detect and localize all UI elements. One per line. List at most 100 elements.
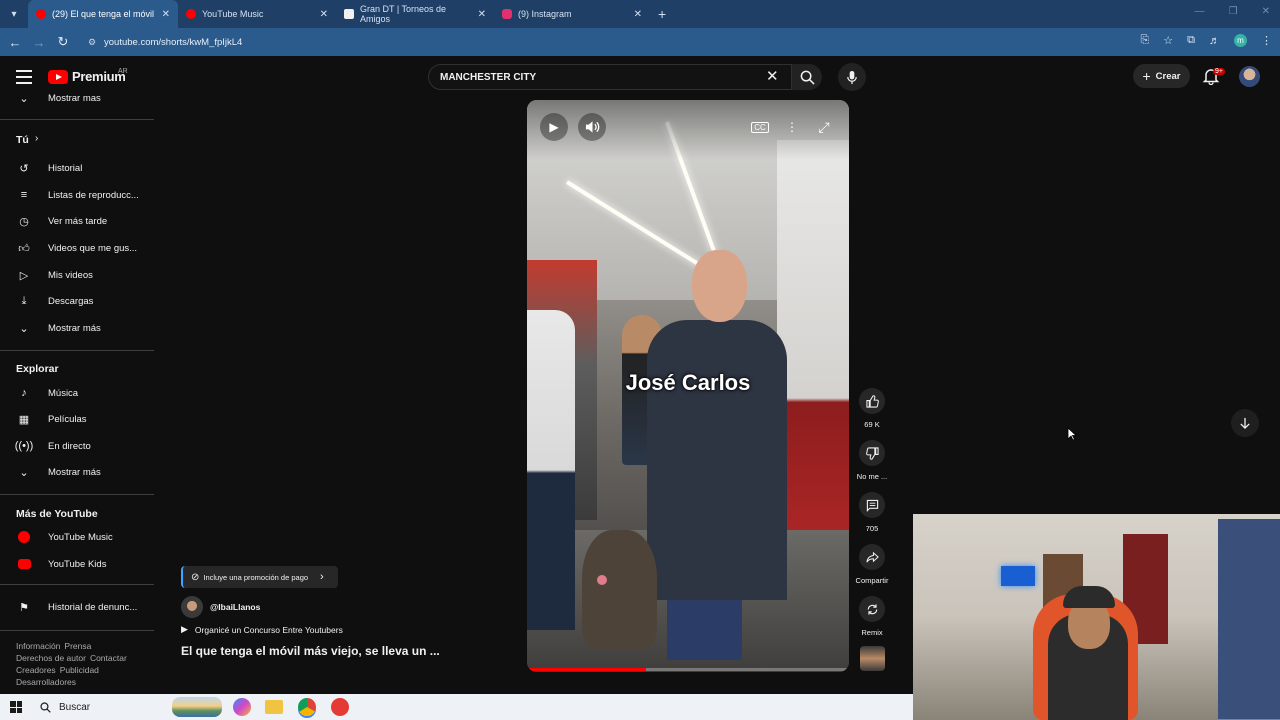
short-title[interactable]: El que tenga el móvil más viejo, se llev… xyxy=(181,644,440,658)
file-explorer-icon[interactable] xyxy=(265,700,283,714)
chrome-app-icon[interactable] xyxy=(298,698,316,716)
browser-tab-instagram[interactable]: (9) Instagram ✕ xyxy=(494,0,650,28)
reload-icon[interactable]: ↻ xyxy=(51,34,75,50)
short-video-player[interactable]: José Carlos ▶ CC ⋮ ⤢ xyxy=(527,100,849,672)
chevron-down-icon: ⌄ xyxy=(19,322,29,335)
search-button[interactable] xyxy=(792,64,822,90)
sidebar-item-report-history[interactable]: ⚑ Historial de denunc... xyxy=(0,595,154,619)
channel-avatar[interactable] xyxy=(181,596,203,618)
sidebar-item-youtube-music[interactable]: YouTube Music xyxy=(0,525,154,549)
tab-close-icon[interactable]: ✕ xyxy=(162,9,170,20)
webcam-flag xyxy=(1218,519,1280,719)
video-progress-bar[interactable] xyxy=(527,668,849,671)
browser-menu-icon[interactable]: ⋮ xyxy=(1261,34,1272,47)
sidebar-item-label: YouTube Kids xyxy=(48,558,107,570)
footer-link-copyright[interactable]: Derechos de autor xyxy=(16,653,86,663)
footer-link-info[interactable]: Información xyxy=(16,641,60,651)
sidebar-item-label: Listas de reproducc... xyxy=(48,189,139,201)
bookmark-star-icon[interactable]: ☆ xyxy=(1163,34,1173,47)
footer-link-creators[interactable]: Creadores xyxy=(16,665,56,675)
browser-tab-youtube-short[interactable]: (29) El que tenga el móvil más v ✕ xyxy=(28,0,178,28)
windows-start-icon[interactable] xyxy=(10,701,22,713)
sidebar-you-heading[interactable]: Tú › xyxy=(0,129,154,153)
tab-close-icon[interactable]: ✕ xyxy=(320,9,328,20)
address-bar[interactable]: ⚙ youtube.com/shorts/kwM_fpIjkL4 xyxy=(84,32,1108,52)
sidebar-item-my-videos[interactable]: ▷ Mis videos xyxy=(0,263,154,287)
explore-heading: Explorar xyxy=(16,363,59,375)
profile-avatar[interactable]: m xyxy=(1234,34,1247,47)
tab-close-icon[interactable]: ✕ xyxy=(478,9,486,20)
sidebar-item-watch-later[interactable]: ◷ Ver más tarde xyxy=(0,209,154,233)
site-info-icon[interactable]: ⚙ xyxy=(88,37,96,48)
restore-icon[interactable]: ❐ xyxy=(1229,6,1238,17)
player-more-button[interactable]: ⋮ xyxy=(778,113,806,141)
voice-search-button[interactable] xyxy=(838,63,866,91)
channel-handle[interactable]: @IbaiLlanos xyxy=(210,602,260,612)
more-vertical-icon: ⋮ xyxy=(786,120,798,134)
footer-link-developers[interactable]: Desarrolladores xyxy=(16,677,76,687)
next-short-button[interactable] xyxy=(1231,409,1259,437)
sidebar-item-history[interactable]: ↺ Historial xyxy=(0,156,154,180)
search-input[interactable]: MANCHESTER CITY xyxy=(428,64,792,90)
sidebar-show-more-you[interactable]: ⌄ Mostrar más xyxy=(0,316,154,340)
sidebar-item-music[interactable]: ♪ Música xyxy=(0,381,154,405)
sidebar-show-more-explore[interactable]: ⌄ Mostrar más xyxy=(0,460,154,484)
media-control-icon[interactable]: ♬ xyxy=(1209,35,1220,47)
footer-link-advertise[interactable]: Publicidad xyxy=(60,665,99,675)
paid-promotion-banner[interactable]: ⊘ Incluye una promoción de pago › xyxy=(181,566,338,588)
extensions-icon[interactable]: ⧉ xyxy=(1187,34,1195,47)
install-app-icon[interactable]: ⎘ xyxy=(1140,34,1149,47)
guide-sidebar: ⌄ Mostrar mas Tú › ↺ Historial ≡ Listas … xyxy=(0,90,154,694)
comments-button[interactable] xyxy=(859,492,885,518)
tab-title: YouTube Music xyxy=(202,9,264,19)
you-heading-label: Tú xyxy=(16,134,29,146)
tab-search-button[interactable]: ▾ xyxy=(0,0,28,28)
fullscreen-icon: ⤢ xyxy=(818,118,830,135)
copilot-app-icon[interactable] xyxy=(233,698,251,716)
sidebar-item-downloads[interactable]: ⤓ Descargas xyxy=(0,289,154,313)
new-tab-icon[interactable]: + xyxy=(658,6,666,22)
sidebar-item-movies[interactable]: ▦ Películas xyxy=(0,407,154,431)
guide-menu-icon[interactable] xyxy=(16,70,32,84)
tab-close-icon[interactable]: ✕ xyxy=(634,9,642,20)
remix-button[interactable] xyxy=(859,596,885,622)
youtube-premium-logo[interactable]: Premium xyxy=(48,69,126,84)
channel-info[interactable]: @IbaiLlanos xyxy=(181,596,260,618)
play-button[interactable]: ▶ xyxy=(540,113,568,141)
captions-button[interactable]: CC xyxy=(746,113,774,141)
playlist-link[interactable]: ▶ Organicé un Concurso Entre Youtubers xyxy=(181,624,343,635)
browser-tab-gran-dt[interactable]: Gran DT | Torneos de Amigos ✕ xyxy=(336,0,494,28)
close-window-icon[interactable]: ✕ xyxy=(1262,6,1270,17)
tab-title: (9) Instagram xyxy=(518,9,572,19)
clear-search-icon[interactable]: ✕ xyxy=(766,67,779,85)
sidebar-item-youtube-kids[interactable]: YouTube Kids xyxy=(0,552,154,576)
browser-tab-youtube-music[interactable]: YouTube Music ✕ xyxy=(178,0,336,28)
closed-captions-icon: CC xyxy=(751,121,769,133)
volume-button[interactable] xyxy=(578,113,606,141)
like-button[interactable] xyxy=(859,388,885,414)
share-button[interactable] xyxy=(859,544,885,570)
footer-link-contact[interactable]: Contactar xyxy=(90,653,127,663)
microphone-icon xyxy=(847,70,857,84)
flag-icon: ⚑ xyxy=(19,601,29,614)
account-avatar[interactable] xyxy=(1239,66,1260,87)
chevron-down-icon: ⌄ xyxy=(19,92,29,105)
dislike-button[interactable] xyxy=(859,440,885,466)
share-label: Compartir xyxy=(855,576,889,585)
sound-thumbnail[interactable] xyxy=(860,646,885,671)
downloads-icon: ⤓ xyxy=(21,294,27,307)
create-button[interactable]: + Crear xyxy=(1133,64,1190,88)
back-icon[interactable]: ← xyxy=(3,35,27,50)
forward-icon[interactable]: → xyxy=(27,35,51,50)
video-scene-man-head xyxy=(692,250,747,322)
sidebar-item-live[interactable]: ((•)) En directo xyxy=(0,434,154,458)
sidebar-divider xyxy=(0,350,154,351)
sidebar-show-more-top[interactable]: ⌄ Mostrar mas xyxy=(0,86,154,110)
footer-link-press[interactable]: Prensa xyxy=(64,641,91,651)
fullscreen-button[interactable]: ⤢ xyxy=(810,113,838,141)
sidebar-item-liked-videos[interactable]: 👍︎ Videos que me gus... xyxy=(0,236,154,260)
sidebar-item-playlists[interactable]: ≡ Listas de reproducc... xyxy=(0,183,154,207)
minimize-icon[interactable]: — xyxy=(1195,6,1205,17)
pinned-app-icon[interactable] xyxy=(331,698,349,716)
sidebar-item-label: En directo xyxy=(48,440,91,452)
